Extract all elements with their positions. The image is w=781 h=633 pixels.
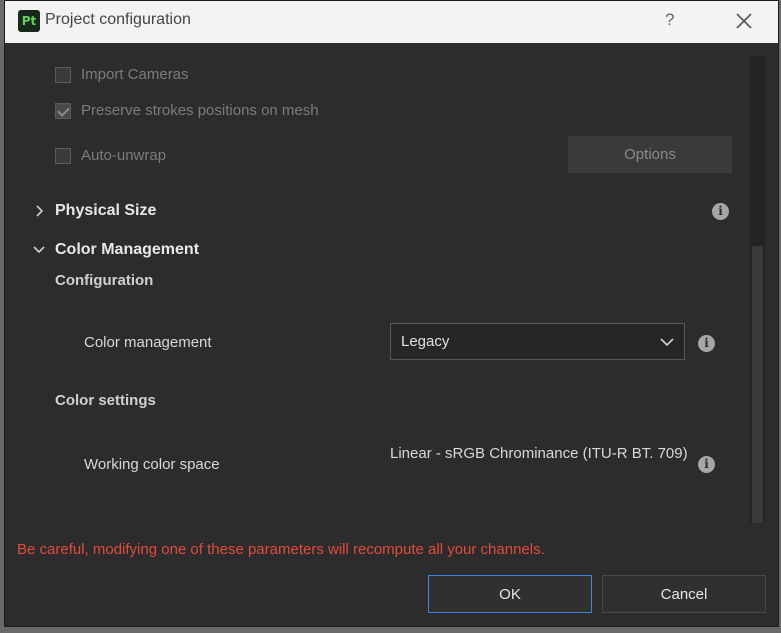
working-color-space-value: Linear - sRGB Chrominance (ITU-R BT. 709…: [390, 445, 688, 462]
color-management-dropdown[interactable]: Legacy: [390, 323, 685, 360]
help-button[interactable]: ?: [665, 10, 674, 30]
close-icon[interactable]: [733, 10, 755, 32]
color-settings-heading: Color settings: [55, 392, 156, 409]
app-icon-text: Pt: [21, 14, 37, 28]
cancel-button[interactable]: Cancel: [602, 575, 766, 613]
color-management-selected-value: Legacy: [401, 333, 450, 350]
project-configuration-dialog: Pt Project configuration ? Import Camera…: [4, 0, 779, 627]
auto-unwrap-label: Auto-unwrap: [81, 147, 167, 164]
scrollbar-thumb[interactable]: [752, 246, 763, 523]
chevron-down-icon: [660, 338, 674, 347]
color-management-label: Color management: [84, 334, 212, 351]
info-icon[interactable]: i: [712, 203, 729, 220]
window-title: Project configuration: [45, 11, 191, 28]
info-icon[interactable]: i: [698, 335, 715, 352]
preserve-strokes-checkbox[interactable]: [55, 103, 71, 119]
color-management-section-toggle[interactable]: Color Management: [55, 241, 199, 259]
configuration-heading: Configuration: [55, 272, 154, 289]
ok-button[interactable]: OK: [428, 575, 592, 613]
warning-message: Be careful, modifying one of these param…: [17, 541, 545, 558]
chevron-right-icon[interactable]: [33, 205, 45, 217]
title-bar: Pt Project configuration ?: [5, 1, 778, 43]
options-button[interactable]: Options: [568, 136, 732, 173]
import-cameras-label: Import Cameras: [81, 66, 189, 83]
chevron-down-icon[interactable]: [33, 244, 45, 256]
auto-unwrap-checkbox[interactable]: [55, 148, 71, 164]
physical-size-section-toggle[interactable]: Physical Size: [55, 202, 156, 220]
import-cameras-checkbox[interactable]: [55, 67, 71, 83]
preserve-strokes-label: Preserve strokes positions on mesh: [81, 102, 319, 119]
painter-app-icon: Pt: [18, 10, 40, 32]
working-color-space-label: Working color space: [84, 456, 220, 473]
info-icon[interactable]: i: [698, 456, 715, 473]
content-scrollbar[interactable]: [750, 56, 765, 523]
